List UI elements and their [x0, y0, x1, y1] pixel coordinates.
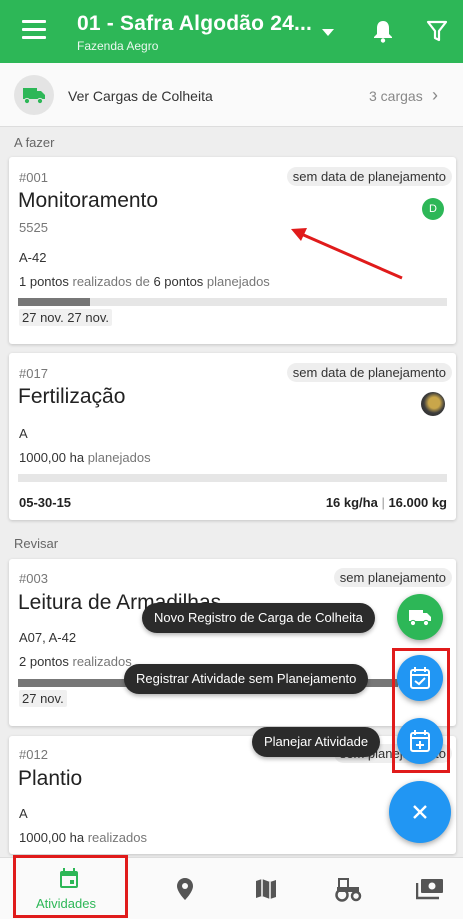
close-speed-dial-button[interactable] [389, 781, 451, 843]
plan-activity-tooltip[interactable]: Planejar Atividade [252, 727, 381, 757]
tractor-icon [335, 878, 362, 902]
activity-dates: 27 nov. [19, 690, 67, 707]
truck-icon-container [14, 75, 54, 115]
activity-amount: 1000,00 ha planejados [19, 450, 151, 465]
activity-name: Fertilização [18, 385, 126, 408]
annotation-highlight-box [13, 855, 128, 918]
new-harvest-load-button[interactable] [397, 594, 443, 640]
activity-number: #003 [19, 571, 48, 586]
activity-amount: 2 pontos realizados [19, 654, 132, 669]
bell-icon[interactable] [372, 19, 394, 43]
location-pin-icon [177, 878, 193, 900]
activity-number: #001 [19, 170, 48, 185]
activity-progress-text: 1 pontos realizados de 6 pontos planejad… [19, 274, 270, 289]
activity-area: A07, A-42 [19, 630, 77, 645]
activity-area: A-42 [19, 250, 47, 265]
chevron-right-icon: › [432, 85, 438, 105]
activity-dose: 16 kg/ha | 16.000 kg [325, 495, 447, 510]
map-icon [256, 879, 276, 899]
section-review-header: Revisar [14, 536, 59, 551]
user-avatar [421, 392, 445, 416]
nav-item-finance[interactable] [404, 858, 456, 919]
progress-bar [18, 298, 447, 306]
app-header: 01 - Safra Algodão 24... Fazenda Aegro [0, 0, 463, 63]
annotation-arrow [291, 228, 403, 280]
user-avatar: D [422, 198, 444, 220]
harvest-loads-row[interactable]: Ver Cargas de Colheita 3 cargas › [0, 63, 463, 127]
nav-item-map[interactable] [242, 858, 292, 919]
harvest-loads-label: Ver Cargas de Colheita [68, 88, 213, 104]
nav-item-machines[interactable] [322, 858, 374, 919]
activity-card[interactable]: #012 sem planejamento Plantio A 1000,00 … [9, 736, 456, 854]
activity-card[interactable]: #017 sem data de planejamento Fertilizaç… [9, 353, 456, 520]
activity-area: A [19, 806, 28, 821]
register-unplanned-activity-tooltip[interactable]: Registrar Atividade sem Planejamento [124, 664, 369, 694]
activity-number: #012 [19, 747, 48, 762]
planning-status-badge: sem data de planejamento [286, 167, 452, 186]
season-title[interactable]: 01 - Safra Algodão 24... [77, 12, 312, 36]
planning-status-badge: sem data de planejamento [286, 363, 452, 382]
money-icon [416, 879, 443, 900]
harvest-loads-count: 3 cargas [369, 88, 423, 104]
truck-icon [23, 88, 45, 105]
progress-bar [18, 474, 447, 482]
filter-icon[interactable] [426, 19, 448, 43]
activity-subtitle: 5525 [19, 220, 48, 235]
section-todo-header: A fazer [14, 135, 55, 150]
farm-subtitle: Fazenda Aegro [77, 39, 159, 53]
activity-name: Monitoramento [18, 189, 159, 212]
nav-item-locations[interactable] [160, 858, 210, 919]
activity-name: Plantio [18, 767, 83, 790]
new-harvest-load-tooltip[interactable]: Novo Registro de Carga de Colheita [142, 603, 375, 633]
activity-date: 05-30-15 [19, 495, 72, 510]
activity-card[interactable]: #003 sem planejamento Leitura de Armadil… [9, 559, 456, 726]
close-icon [413, 805, 427, 819]
activity-area: A [19, 426, 28, 441]
activity-number: #017 [19, 366, 48, 381]
activity-amount: 1000,00 ha realizados [19, 830, 147, 845]
truck-icon [409, 610, 431, 627]
progress-bar-fill [18, 298, 90, 306]
caret-down-icon[interactable] [322, 29, 334, 36]
annotation-highlight-box [392, 648, 450, 773]
planning-status-badge: sem planejamento [333, 568, 452, 587]
hamburger-menu-icon[interactable] [22, 20, 46, 40]
activity-dates: 27 nov. 27 nov. [19, 309, 112, 326]
